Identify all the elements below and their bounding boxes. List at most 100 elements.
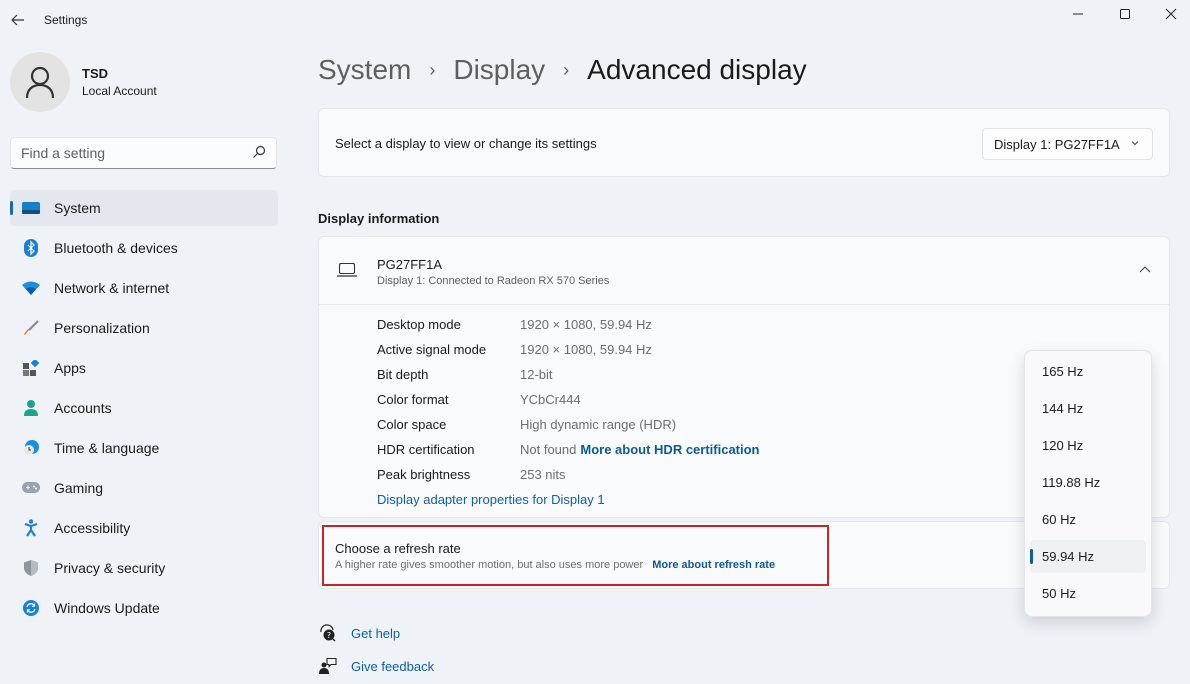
- gamepad-icon: [21, 478, 41, 498]
- sidebar-item-label: System: [54, 200, 101, 216]
- sidebar-item-windows-update[interactable]: Windows Update: [10, 590, 278, 626]
- chevron-up-icon[interactable]: [1139, 265, 1151, 275]
- shield-icon: [21, 558, 41, 578]
- info-key: Color format: [377, 392, 449, 407]
- sidebar-item-label: Gaming: [54, 480, 104, 496]
- hdr-certification-link[interactable]: More about HDR certification: [580, 442, 759, 467]
- refresh-option-selected[interactable]: 59.94 Hz: [1030, 540, 1146, 573]
- info-row-bit-depth: Bit depth 12-bit: [377, 367, 760, 392]
- maximize-button[interactable]: [1102, 0, 1148, 28]
- display-info-rows: Desktop mode 1920 × 1080, 59.94 Hz Activ…: [377, 317, 760, 517]
- refresh-rate-title: Choose a refresh rate: [335, 541, 461, 556]
- breadcrumb-system[interactable]: System: [318, 54, 411, 86]
- account-type: Local Account: [82, 84, 157, 98]
- refresh-rate-description: A higher rate gives smoother motion, but…: [335, 559, 644, 571]
- sidebar-item-time-language[interactable]: Time & language: [10, 430, 278, 466]
- sidebar-item-system[interactable]: System: [10, 190, 278, 226]
- globe-clock-icon: [21, 438, 41, 458]
- display-select-dropdown[interactable]: Display 1: PG27FF1A: [982, 128, 1153, 160]
- page-title: Advanced display: [587, 54, 807, 85]
- refresh-option[interactable]: 120 Hz: [1030, 429, 1146, 462]
- feedback-icon: [318, 656, 338, 676]
- sidebar-item-personalization[interactable]: Personalization: [10, 310, 278, 346]
- search-icon[interactable]: [252, 145, 266, 159]
- sidebar-item-gaming[interactable]: Gaming: [10, 470, 278, 506]
- sidebar-item-bluetooth[interactable]: Bluetooth & devices: [10, 230, 278, 266]
- sidebar-item-label: Privacy & security: [54, 560, 166, 576]
- account-icon: [21, 398, 41, 418]
- sidebar-item-privacy-security[interactable]: Privacy & security: [10, 550, 278, 586]
- get-help-label: Get help: [351, 625, 401, 641]
- info-row-adapter: Display adapter properties for Display 1: [377, 492, 760, 517]
- person-icon: [25, 66, 55, 99]
- sidebar-item-apps[interactable]: Apps: [10, 350, 278, 386]
- maximize-icon: [1120, 9, 1130, 19]
- sidebar-item-label: Accounts: [54, 400, 112, 416]
- close-button[interactable]: [1148, 0, 1190, 28]
- info-key: Color space: [377, 417, 447, 432]
- sidebar-item-accounts[interactable]: Accounts: [10, 390, 278, 426]
- info-row-desktop-mode: Desktop mode 1920 × 1080, 59.94 Hz: [377, 317, 760, 342]
- user-profile[interactable]: TSD Local Account: [10, 52, 157, 112]
- app-title: Settings: [44, 13, 88, 27]
- refresh-rate-description-row: A higher rate gives smoother motion, but…: [335, 559, 775, 571]
- display-select-card: Select a display to view or change its s…: [318, 108, 1170, 177]
- info-value: 253 nits: [520, 467, 566, 482]
- sidebar-item-network[interactable]: Network & internet: [10, 270, 278, 306]
- give-feedback-link[interactable]: Give feedback: [318, 656, 434, 676]
- apps-icon: [21, 358, 41, 378]
- back-button[interactable]: [8, 8, 28, 32]
- display-adapter-properties-link[interactable]: Display adapter properties for Display 1: [377, 492, 605, 517]
- refresh-option[interactable]: 144 Hz: [1030, 392, 1146, 425]
- help-chat-icon: ?: [318, 623, 338, 643]
- display-information-header[interactable]: PG27FF1A Display 1: Connected to Radeon …: [319, 237, 1169, 305]
- info-key: Desktop mode: [377, 317, 461, 332]
- refresh-option[interactable]: 119.88 Hz: [1030, 466, 1146, 499]
- info-value: Not found: [520, 442, 577, 457]
- accessibility-icon: [21, 518, 41, 538]
- info-row-peak-brightness: Peak brightness 253 nits: [377, 467, 760, 492]
- info-row-hdr-certification: HDR certification Not found More about H…: [377, 442, 760, 467]
- breadcrumb: System › Display › Advanced display: [318, 54, 807, 86]
- info-value: YCbCr444: [520, 392, 581, 407]
- search-input[interactable]: [11, 138, 241, 168]
- breadcrumb-separator: ›: [429, 59, 436, 80]
- sidebar-item-label: Network & internet: [54, 280, 170, 296]
- refresh-option[interactable]: 60 Hz: [1030, 503, 1146, 536]
- section-title-display-information: Display information: [318, 211, 440, 226]
- info-key: Active signal mode: [377, 342, 487, 357]
- refresh-rate-dropdown[interactable]: 165 Hz 144 Hz 120 Hz 119.88 Hz 60 Hz 59.…: [1024, 350, 1152, 617]
- get-help-link[interactable]: ? Get help: [318, 623, 400, 643]
- refresh-option[interactable]: 165 Hz: [1030, 355, 1146, 388]
- avatar: [10, 52, 70, 112]
- refresh-rate-link[interactable]: More about refresh rate: [652, 559, 775, 571]
- sidebar-item-label: Bluetooth & devices: [54, 240, 178, 256]
- breadcrumb-display[interactable]: Display: [453, 54, 545, 86]
- profile-name: TSD: [82, 66, 108, 81]
- refresh-option[interactable]: 50 Hz: [1030, 577, 1146, 610]
- sidebar-item-label: Time & language: [54, 440, 160, 456]
- sidebar-item-label: Personalization: [54, 320, 150, 336]
- display-select-value: Display 1: PG27FF1A: [994, 136, 1120, 152]
- info-row-color-space: Color space High dynamic range (HDR): [377, 417, 760, 442]
- minimize-button[interactable]: [1055, 0, 1101, 28]
- minimize-icon: [1073, 13, 1083, 15]
- breadcrumb-separator: ›: [563, 59, 570, 80]
- close-icon: [1165, 8, 1177, 20]
- monitor-name: PG27FF1A: [377, 257, 443, 272]
- sidebar-item-label: Windows Update: [54, 600, 160, 616]
- info-value: 1920 × 1080, 59.94 Hz: [520, 317, 652, 332]
- info-value: High dynamic range (HDR): [520, 417, 677, 432]
- update-icon: [21, 598, 41, 618]
- info-key: Peak brightness: [377, 467, 471, 482]
- sidebar-item-label: Apps: [54, 360, 86, 376]
- info-key: Bit depth: [377, 367, 429, 382]
- display-select-label: Select a display to view or change its s…: [335, 136, 597, 151]
- sidebar-nav: System Bluetooth & devices Network & int…: [10, 190, 278, 630]
- sidebar-item-accessibility[interactable]: Accessibility: [10, 510, 278, 546]
- give-feedback-label: Give feedback: [351, 658, 435, 674]
- bluetooth-icon: [21, 238, 41, 258]
- search-box[interactable]: [10, 137, 277, 169]
- svg-text:?: ?: [327, 631, 331, 640]
- info-value: 12-bit: [520, 367, 553, 382]
